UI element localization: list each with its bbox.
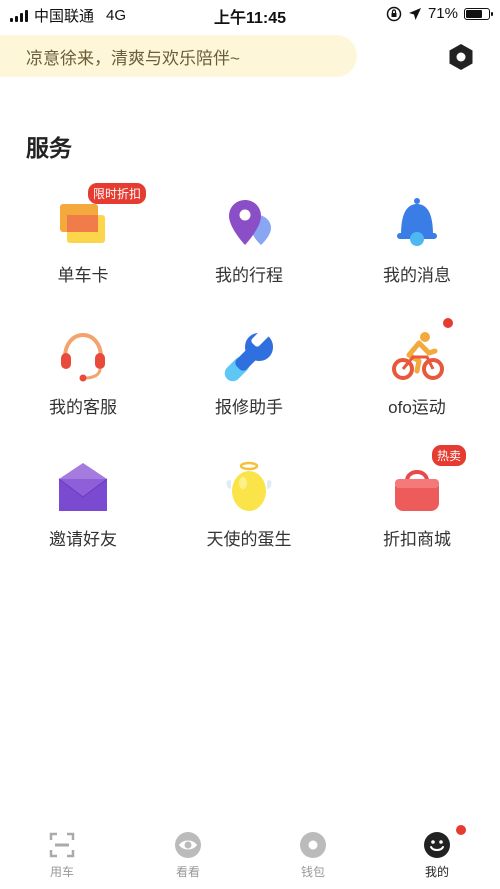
scan-icon (49, 832, 75, 858)
settings-button[interactable] (444, 42, 478, 72)
hexagon-settings-icon (449, 44, 473, 70)
service-label: 天使的蛋生 (206, 530, 292, 549)
service-label: 折扣商城 (383, 530, 451, 549)
promo-banner[interactable]: 凉意徐来，清爽与欢乐陪伴~ (0, 35, 357, 77)
tab-look[interactable]: 看看 (138, 831, 238, 880)
bottom-tab-bar: 用车 看看 钱包 我的 (0, 825, 500, 889)
tab-label: 看看 (175, 865, 200, 879)
new-dot (443, 318, 453, 328)
envelope-icon (55, 459, 111, 515)
location-pin-icon (221, 195, 277, 251)
tab-label: 钱包 (300, 865, 325, 879)
banner-text: 凉意徐来，清爽与欢乐陪伴~ (26, 48, 240, 68)
battery-percent: 71% (427, 5, 458, 22)
location-arrow-icon (408, 7, 421, 20)
cyclist-icon (389, 327, 445, 383)
service-discount-mall[interactable]: 热卖 折扣商城 (334, 445, 500, 569)
tab-me[interactable]: 我的 (387, 831, 487, 880)
discount-badge: 限时折扣 (88, 183, 147, 204)
service-label: 我的客服 (49, 398, 117, 417)
service-customer-service[interactable]: 我的客服 (0, 327, 166, 437)
service-invite-friends[interactable]: 邀请好友 (0, 459, 166, 569)
service-ofo-sports[interactable]: ofo运动 (334, 318, 500, 437)
service-label: 我的消息 (383, 266, 451, 285)
service-label: ofo运动 (388, 398, 446, 417)
orientation-lock-icon (386, 6, 402, 21)
service-label: 我的行程 (215, 266, 283, 285)
service-label: 邀请好友 (49, 530, 117, 549)
service-my-trips[interactable]: 我的行程 (166, 195, 332, 305)
service-my-messages[interactable]: 我的消息 (334, 195, 500, 305)
bell-icon (389, 195, 445, 251)
smiley-icon (424, 832, 450, 858)
service-repair-assistant[interactable]: 报修助手 (166, 327, 332, 437)
hot-badge: 热卖 (432, 445, 467, 466)
wallet-icon (300, 832, 326, 858)
tab-ride[interactable]: 用车 (12, 831, 112, 880)
headset-icon (55, 327, 111, 383)
battery-icon (464, 7, 493, 20)
tab-label: 用车 (49, 865, 74, 879)
tab-notification-dot (456, 825, 466, 835)
status-right: 71% (386, 5, 493, 22)
tab-wallet[interactable]: 钱包 (263, 831, 363, 880)
eye-icon (175, 832, 201, 858)
tab-label: 我的 (424, 865, 449, 879)
service-bike-card[interactable]: 限时折扣 单车卡 (0, 183, 166, 305)
angel-egg-icon (221, 459, 277, 515)
service-label: 单车卡 (57, 266, 109, 285)
section-title: 服务 (26, 135, 72, 161)
wrench-icon (221, 327, 277, 383)
status-bar: 中国联通 4G 上午11:45 71% (0, 0, 500, 28)
service-label: 报修助手 (215, 398, 283, 417)
service-angel-egg[interactable]: 天使的蛋生 (166, 459, 332, 569)
shopping-bag-icon (389, 459, 445, 515)
